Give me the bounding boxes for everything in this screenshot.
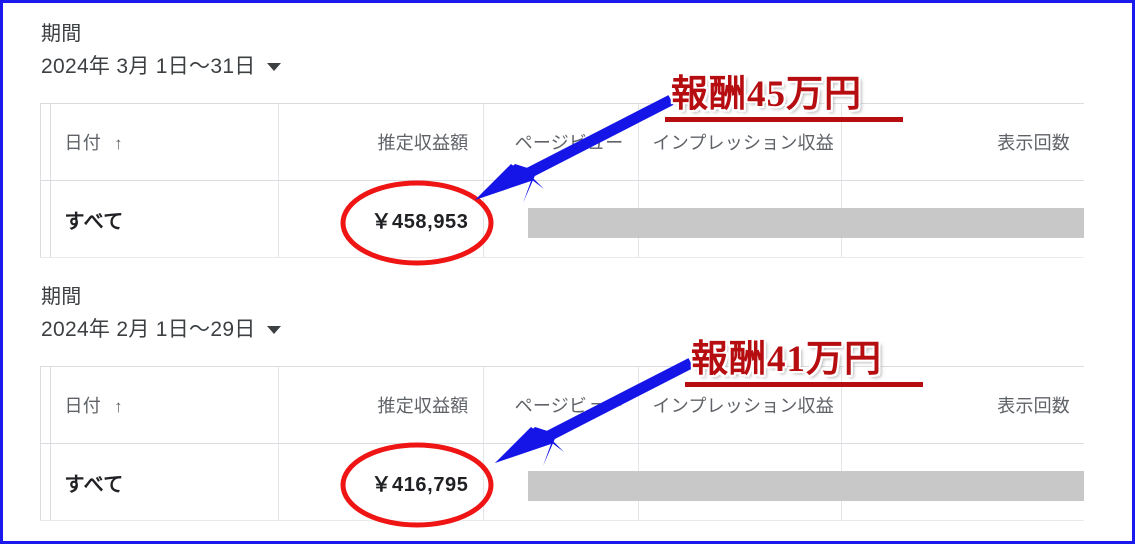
cell-revenue-value: ￥458,953 xyxy=(371,210,469,233)
gutter-cell xyxy=(40,180,51,257)
column-header-pageviews[interactable]: ページビュー xyxy=(483,104,639,181)
column-header-impressions-label: 表示回数 xyxy=(997,133,1070,153)
column-header-revenue-label: 推定収益額 xyxy=(377,396,469,416)
period-selector-february[interactable]: 期間 2024年 2月 1日〜29日 xyxy=(41,284,281,344)
cell-date: すべて xyxy=(50,443,279,520)
report-table-march: 日付 ↑ 推定収益額 ページビュー インプレッション収益 表示回数 すべて ￥4… xyxy=(40,103,1084,258)
column-header-pageviews-label: ページビュー xyxy=(514,133,624,153)
report-table-february: 日付 ↑ 推定収益額 ページビュー インプレッション収益 表示回数 すべて ￥4… xyxy=(40,366,1084,521)
redaction-bar xyxy=(528,208,1084,238)
annotation-underline-february xyxy=(685,382,923,387)
period-value: 2024年 3月 1日〜31日 xyxy=(41,55,256,78)
column-header-date[interactable]: 日付 ↑ xyxy=(50,367,279,444)
column-header-date-label: 日付 xyxy=(64,133,101,153)
period-selector-march[interactable]: 期間 2024年 3月 1日〜31日 xyxy=(41,21,281,81)
period-label: 期間 xyxy=(41,286,82,308)
cell-revenue: ￥458,953 xyxy=(278,180,484,257)
table-left-rule xyxy=(40,367,41,520)
chevron-down-icon[interactable] xyxy=(266,63,281,71)
table-header-row: 日付 ↑ 推定収益額 ページビュー インプレッション収益 表示回数 xyxy=(40,367,1084,444)
annotation-text-march: 報酬45万円 xyxy=(671,74,862,115)
screenshot-root: 期間 2024年 3月 1日〜31日 日付 ↑ 推定収益額 ページビュー インプ… xyxy=(0,0,1135,544)
sort-ascending-icon[interactable]: ↑ xyxy=(114,397,123,417)
column-header-revenue[interactable]: 推定収益額 xyxy=(278,104,484,181)
chevron-down-icon[interactable] xyxy=(266,326,281,334)
annotation-text-february: 報酬41万円 xyxy=(691,339,882,380)
period-value: 2024年 2月 1日〜29日 xyxy=(41,318,256,341)
column-header-impression-revenue-label: インプレッション収益 xyxy=(652,133,834,153)
column-header-date-label: 日付 xyxy=(64,396,101,416)
table-left-rule xyxy=(40,104,41,257)
header-row-separator xyxy=(51,443,1084,444)
column-header-date[interactable]: 日付 ↑ xyxy=(50,104,279,181)
period-value-row[interactable]: 2024年 3月 1日〜31日 xyxy=(41,53,281,81)
gutter-header xyxy=(40,367,51,444)
annotation-underline-march xyxy=(665,117,903,122)
cell-date-value: すべて xyxy=(64,473,124,496)
gutter-cell xyxy=(40,443,51,520)
header-row-separator xyxy=(51,180,1084,181)
sort-ascending-icon[interactable]: ↑ xyxy=(114,134,123,154)
column-header-pageviews[interactable]: ページビュー xyxy=(483,367,639,444)
column-header-impressions[interactable]: 表示回数 xyxy=(841,104,1084,181)
column-header-revenue-label: 推定収益額 xyxy=(377,133,469,153)
period-label: 期間 xyxy=(41,23,82,45)
cell-revenue: ￥416,795 xyxy=(278,443,484,520)
column-header-impression-revenue[interactable]: インプレッション収益 xyxy=(638,104,842,181)
cell-date-value: すべて xyxy=(64,210,124,233)
cell-revenue-value: ￥416,795 xyxy=(371,473,469,496)
redaction-bar xyxy=(528,471,1084,501)
column-header-revenue[interactable]: 推定収益額 xyxy=(278,367,484,444)
cell-date: すべて xyxy=(50,180,279,257)
column-header-impression-revenue-label: インプレッション収益 xyxy=(652,396,834,416)
column-header-impressions-label: 表示回数 xyxy=(997,396,1070,416)
column-header-pageviews-label: ページビュー xyxy=(514,396,624,416)
table-header-row: 日付 ↑ 推定収益額 ページビュー インプレッション収益 表示回数 xyxy=(40,104,1084,181)
gutter-header xyxy=(40,104,51,181)
period-value-row[interactable]: 2024年 2月 1日〜29日 xyxy=(41,316,281,344)
